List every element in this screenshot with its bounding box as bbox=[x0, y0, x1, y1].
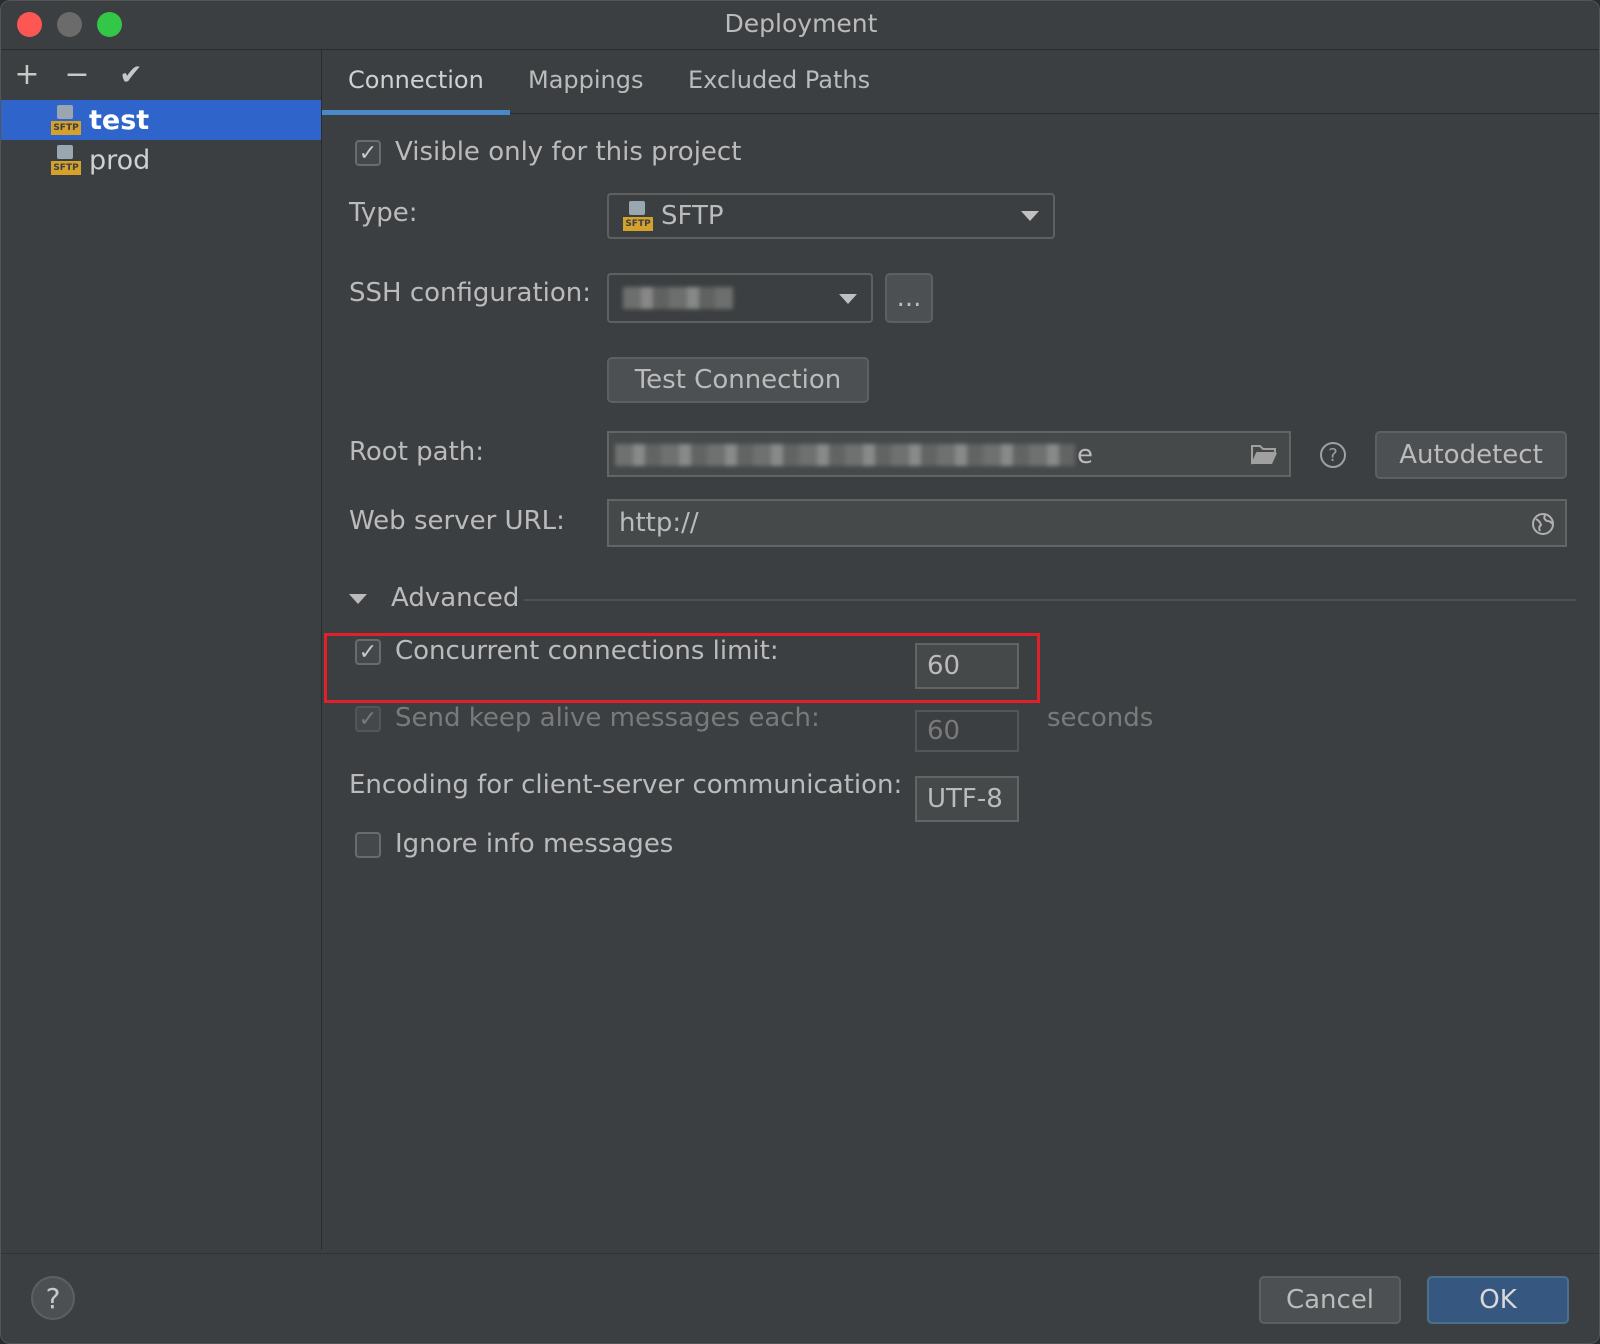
plus-icon[interactable]: + bbox=[9, 56, 45, 92]
concurrent-connections-checkbox[interactable]: ✓ bbox=[355, 639, 381, 665]
advanced-separator bbox=[524, 599, 1576, 601]
ssh-configuration-select[interactable] bbox=[607, 273, 873, 323]
tab-connection[interactable]: Connection bbox=[322, 50, 510, 115]
chevron-down-icon bbox=[1021, 211, 1039, 221]
test-connection-button[interactable]: Test Connection bbox=[607, 357, 869, 403]
help-icon[interactable]: ? bbox=[1320, 442, 1346, 468]
encoding-input[interactable]: UTF-8 bbox=[915, 776, 1019, 822]
ok-button[interactable]: OK bbox=[1427, 1276, 1569, 1324]
keep-alive-label: Send keep alive messages each: bbox=[395, 703, 820, 733]
sftp-server-icon: SFTP bbox=[51, 105, 81, 135]
title-bar: Deployment bbox=[1, 1, 1599, 50]
sftp-type-icon: SFTP bbox=[623, 201, 653, 231]
sftp-server-icon: SFTP bbox=[51, 145, 81, 175]
root-path-input[interactable]: e bbox=[607, 431, 1291, 477]
tab-bar: Connection Mappings Excluded Paths bbox=[322, 50, 1599, 115]
chevron-down-icon bbox=[839, 294, 857, 304]
redacted-root-path bbox=[615, 444, 1075, 466]
visible-only-checkbox[interactable]: ✓ bbox=[355, 140, 381, 166]
redacted-ssh-value bbox=[623, 287, 733, 309]
deployment-dialog: Deployment + − ✔ SFTP test SFTP prod Con… bbox=[0, 0, 1600, 1344]
encoding-label: Encoding for client-server communication… bbox=[349, 770, 903, 800]
server-toolbar: + − ✔ bbox=[1, 50, 321, 98]
folder-icon[interactable] bbox=[1249, 442, 1279, 468]
server-item-label: prod bbox=[89, 144, 151, 176]
type-value: SFTP bbox=[661, 201, 724, 231]
web-server-url-value: http:// bbox=[619, 508, 699, 538]
keep-alive-checkbox[interactable]: ✓ bbox=[355, 706, 381, 732]
server-item-label: test bbox=[89, 104, 150, 136]
tab-mappings[interactable]: Mappings bbox=[502, 50, 670, 110]
type-select[interactable]: SFTP SFTP bbox=[607, 193, 1055, 239]
web-server-url-input[interactable]: http:// bbox=[607, 499, 1567, 547]
server-item-prod[interactable]: SFTP prod bbox=[1, 140, 321, 180]
keep-alive-unit: seconds bbox=[1047, 703, 1154, 733]
server-item-test[interactable]: SFTP test bbox=[1, 100, 321, 140]
autodetect-button[interactable]: Autodetect bbox=[1375, 431, 1567, 479]
expand-triangle-icon[interactable] bbox=[349, 594, 367, 604]
keep-alive-input[interactable]: 60 bbox=[915, 710, 1019, 752]
dialog-footer: ? Cancel OK bbox=[1, 1253, 1599, 1343]
globe-icon[interactable] bbox=[1531, 512, 1555, 536]
check-icon[interactable]: ✔ bbox=[113, 56, 149, 92]
root-path-label: Root path: bbox=[349, 437, 485, 467]
connection-tab-content: ✓ Visible only for this project Type: SF… bbox=[322, 113, 1599, 1253]
visible-only-label: Visible only for this project bbox=[395, 137, 742, 167]
cancel-button[interactable]: Cancel bbox=[1259, 1276, 1401, 1324]
server-list-panel: + − ✔ SFTP test SFTP prod bbox=[1, 50, 322, 1250]
type-label: Type: bbox=[349, 198, 418, 228]
tab-excluded-paths[interactable]: Excluded Paths bbox=[662, 50, 896, 110]
ignore-info-label: Ignore info messages bbox=[395, 829, 674, 859]
concurrent-connections-label: Concurrent connections limit: bbox=[395, 636, 779, 666]
web-server-url-label: Web server URL: bbox=[349, 506, 565, 536]
minus-icon[interactable]: − bbox=[59, 56, 95, 92]
window-title: Deployment bbox=[724, 9, 878, 38]
ignore-info-checkbox[interactable] bbox=[355, 832, 381, 858]
root-path-visible-text: e bbox=[1077, 440, 1093, 470]
concurrent-connections-input[interactable]: 60 bbox=[915, 643, 1019, 689]
ssh-configuration-label: SSH configuration: bbox=[349, 278, 592, 308]
help-button[interactable]: ? bbox=[31, 1276, 75, 1320]
advanced-section-title[interactable]: Advanced bbox=[391, 583, 519, 613]
ssh-browse-button[interactable]: ... bbox=[885, 273, 933, 323]
